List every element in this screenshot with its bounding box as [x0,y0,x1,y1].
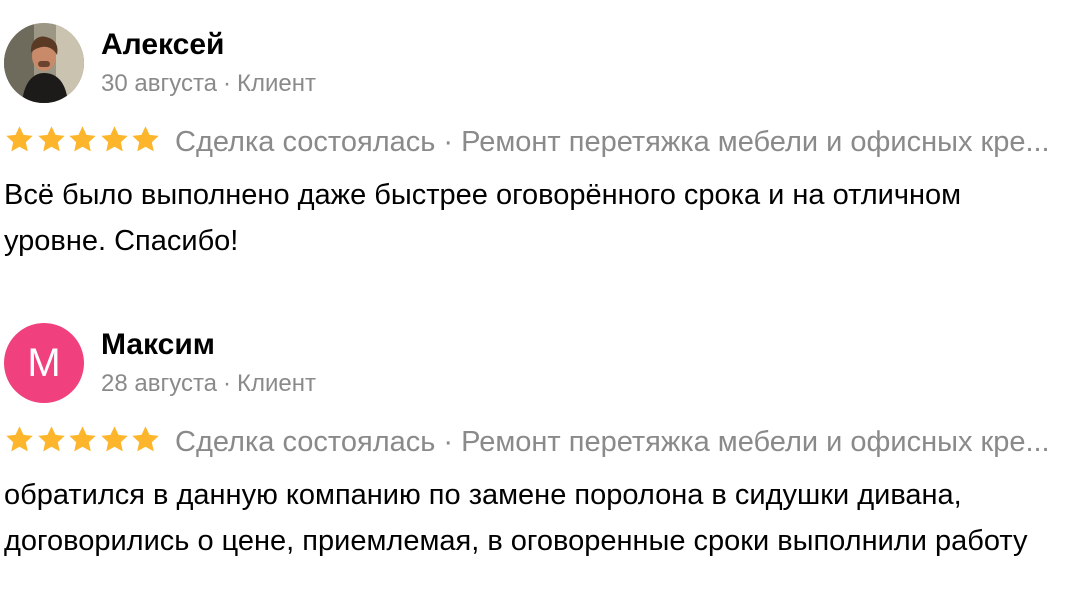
star-icon [132,426,160,452]
review-meta: 30 августа · Клиент [101,69,316,99]
meta-separator: · [223,70,232,97]
star-icon [69,426,96,452]
star-rating [4,124,162,160]
review-meta: 28 августа · Клиент [101,369,316,399]
rating-row: Сделка состоялась · Ремонт перетяжка меб… [4,422,1090,462]
rating-row: Сделка состоялась · Ремонт перетяжка меб… [4,122,1090,162]
author-name[interactable]: Алексей [101,25,224,65]
star-icon [6,426,33,452]
author-name[interactable]: Максим [101,325,215,365]
review-header: М Максим 28 августа · Клиент [4,323,1084,403]
star-icon [69,126,96,152]
star-icon [132,126,160,152]
star-rating [4,424,162,460]
star-icon [37,426,65,452]
meta-separator: · [223,370,232,397]
user-photo-icon [4,23,84,103]
review-date: 28 августа [101,370,218,397]
review-text: обратился в данную компанию по замене по… [4,472,1090,564]
star-icon [101,426,128,452]
review-text-line: обратился в данную компанию по замене по… [4,479,962,511]
review-text: Всё было выполнено даже быстрее оговорён… [4,179,962,257]
star-icon [6,126,33,152]
review-header: Алексей 30 августа · Клиент [4,23,1084,103]
review-text-line: договорились о цене, приемлемая, в огово… [4,525,1028,557]
author-role: Клиент [237,70,316,97]
deal-status: Сделка состоялась · Ремонт перетяжка меб… [175,126,1050,158]
avatar[interactable] [4,23,84,103]
star-icon [101,126,128,152]
avatar[interactable]: М [4,323,84,403]
star-icon [37,126,65,152]
author-role: Клиент [237,370,316,397]
review-date: 30 августа [101,70,218,97]
reviews-list: Алексей 30 августа · Клиент Сделка состоял… [0,0,1090,613]
deal-status: Сделка состоялась · Ремонт перетяжка меб… [175,426,1050,458]
